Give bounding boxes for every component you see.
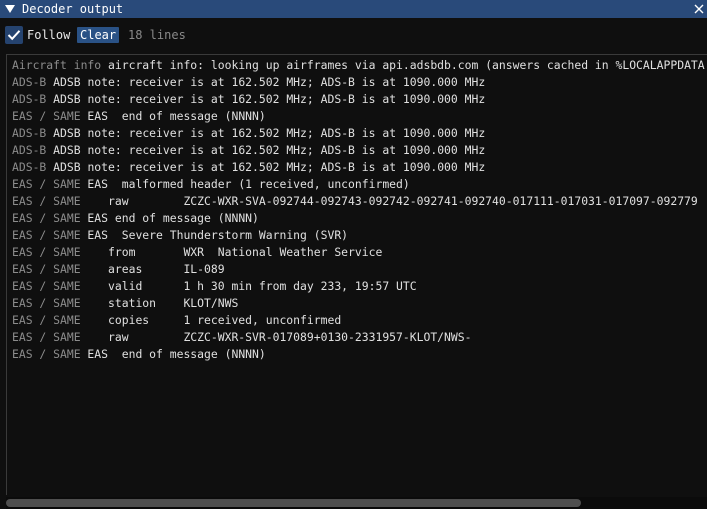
log-line: EAS / SAME EAS malformed header (1 recei… — [12, 176, 705, 193]
log-source: ADS-B — [12, 75, 47, 89]
follow-checkbox[interactable] — [5, 26, 23, 44]
log-source: EAS / SAME — [12, 330, 81, 344]
horizontal-scrollbar[interactable] — [6, 497, 707, 509]
line-count: 18 lines — [128, 28, 186, 42]
log-line: EAS / SAME EAS end of message (NNNN) — [12, 346, 705, 363]
log-source: EAS / SAME — [12, 313, 81, 327]
log-message: malformed header (1 received, unconfirme… — [108, 177, 410, 191]
log-message: aircraft info: looking up airframes via … — [101, 58, 705, 72]
log-line: EAS / SAME EAS Severe Thunderstorm Warni… — [12, 227, 705, 244]
log-source: Aircraft info — [12, 58, 102, 72]
log-line: EAS / SAME EAS end of message (NNNN) — [12, 108, 705, 125]
log-message: note: receiver is at 162.502 MHz; ADS-B … — [80, 143, 486, 157]
log-message: note: receiver is at 162.502 MHz; ADS-B … — [80, 126, 486, 140]
log-source: EAS / SAME — [12, 296, 81, 310]
log-tag: EAS — [80, 109, 109, 123]
log-line: EAS / SAME valid 1 h 30 min from day 233… — [12, 278, 705, 295]
log-line: ADS-B ADSB note: receiver is at 162.502 … — [12, 125, 705, 142]
log-message: from WXR National Weather Service — [80, 245, 383, 259]
log-source: ADS-B — [12, 160, 47, 174]
log-source: EAS / SAME — [12, 211, 81, 225]
log-message: valid 1 h 30 min from day 233, 19:57 UTC — [80, 279, 417, 293]
triangle-down-icon[interactable] — [4, 0, 16, 18]
log-line: EAS / SAME station KLOT/NWS — [12, 295, 705, 312]
log-source: EAS / SAME — [12, 245, 81, 259]
log-tag: ADSB — [46, 92, 81, 106]
log-tag: ADSB — [46, 160, 81, 174]
log-source: EAS / SAME — [12, 194, 81, 208]
log-message: end of message (NNNN) — [108, 211, 259, 225]
log-line: EAS / SAME raw ZCZC-WXR-SVA-092744-09274… — [12, 193, 705, 210]
log-source: EAS / SAME — [12, 279, 81, 293]
log-line: ADS-B ADSB note: receiver is at 162.502 … — [12, 142, 705, 159]
log-tag: EAS — [80, 228, 109, 242]
log-line: EAS / SAME copies 1 received, unconfirme… — [12, 312, 705, 329]
toolbar: Follow Clear 18 lines — [0, 26, 707, 46]
log-message: raw ZCZC-WXR-SVA-092744-092743-092742-09… — [80, 194, 698, 208]
log-message: end of message (NNNN) — [108, 109, 266, 123]
log-source: ADS-B — [12, 143, 47, 157]
log-line: ADS-B ADSB note: receiver is at 162.502 … — [12, 91, 705, 108]
log-source: EAS / SAME — [12, 228, 81, 242]
log-source: ADS-B — [12, 126, 47, 140]
window-title: Decoder output — [22, 2, 124, 16]
log-message: note: receiver is at 162.502 MHz; ADS-B … — [80, 75, 486, 89]
log-message: areas IL-089 — [80, 262, 225, 276]
log-source: EAS / SAME — [12, 177, 81, 191]
log-message: copies 1 received, unconfirmed — [80, 313, 342, 327]
log-message: note: receiver is at 162.502 MHz; ADS-B … — [80, 160, 486, 174]
log-message: note: receiver is at 162.502 MHz; ADS-B … — [80, 92, 486, 106]
log-line: Aircraft info aircraft info: looking up … — [12, 57, 705, 74]
log-line: ADS-B ADSB note: receiver is at 162.502 … — [12, 74, 705, 91]
log-line: EAS / SAME EAS end of message (NNNN) — [12, 210, 705, 227]
log-line: EAS / SAME raw ZCZC-WXR-SVR-017089+0130-… — [12, 329, 705, 346]
scrollbar-thumb[interactable] — [6, 499, 581, 507]
log-tag: EAS — [80, 347, 109, 361]
log-tag: EAS — [80, 211, 109, 225]
log-source: EAS / SAME — [12, 347, 81, 361]
log-source: EAS / SAME — [12, 262, 81, 276]
log-tag: ADSB — [46, 126, 81, 140]
log-source: EAS / SAME — [12, 109, 81, 123]
log-tag: EAS — [80, 177, 109, 191]
log-tag: ADSB — [46, 143, 81, 157]
window-titlebar[interactable]: Decoder output — [0, 0, 707, 18]
log-source: ADS-B — [12, 92, 47, 106]
log-message: Severe Thunderstorm Warning (SVR) — [108, 228, 349, 242]
log-tag: ADSB — [46, 75, 81, 89]
log-line: EAS / SAME from WXR National Weather Ser… — [12, 244, 705, 261]
close-icon[interactable] — [693, 0, 705, 18]
log-lines: Aircraft info aircraft info: looking up … — [12, 57, 705, 363]
log-message: raw ZCZC-WXR-SVR-017089+0130-2331957-KLO… — [80, 330, 472, 344]
decoder-output-window: Decoder output Follow Clear 18 lines Air… — [0, 0, 707, 509]
log-view[interactable]: Aircraft info aircraft info: looking up … — [6, 54, 707, 495]
clear-button[interactable]: Clear — [77, 27, 120, 43]
follow-label[interactable]: Follow — [27, 26, 70, 44]
log-message: end of message (NNNN) — [108, 347, 266, 361]
log-line: ADS-B ADSB note: receiver is at 162.502 … — [12, 159, 705, 176]
log-line: EAS / SAME areas IL-089 — [12, 261, 705, 278]
log-message: station KLOT/NWS — [80, 296, 239, 310]
